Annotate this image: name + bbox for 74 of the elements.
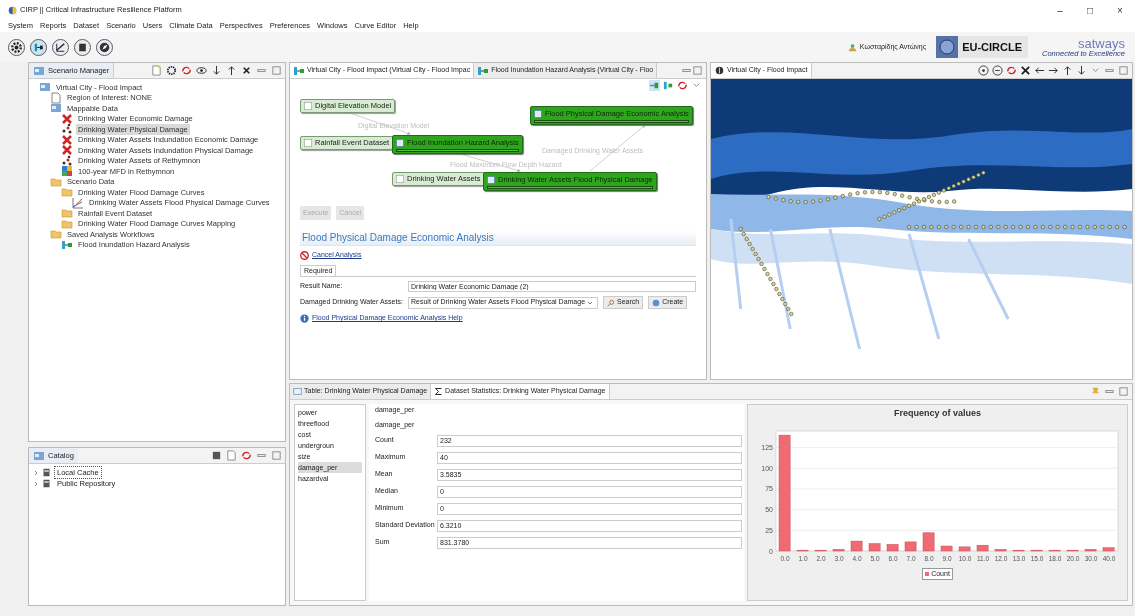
cross-marker-icon	[61, 133, 73, 146]
bar	[940, 545, 953, 551]
bar	[904, 541, 917, 551]
folder-icon	[61, 207, 73, 220]
settings-icon[interactable]	[166, 65, 177, 76]
window-control[interactable]: –	[1045, 2, 1075, 18]
bar	[922, 532, 935, 551]
document-icon	[534, 109, 542, 118]
workflow-icon	[293, 64, 305, 77]
raster-icon	[61, 165, 73, 178]
bar	[958, 546, 971, 551]
gear-icon[interactable]	[8, 38, 25, 56]
document-icon	[396, 138, 404, 147]
section-header: Flood Physical Damage Economic Analysis	[300, 230, 696, 246]
window-control[interactable]: □	[1075, 2, 1105, 18]
full-extent-icon[interactable]	[1020, 65, 1031, 76]
right-arrow-icon[interactable]	[1048, 65, 1059, 76]
up-arrow-icon[interactable]	[1062, 65, 1073, 76]
points-icon	[61, 154, 73, 167]
compass-icon[interactable]	[96, 38, 113, 56]
refresh-icon[interactable]	[1006, 65, 1017, 76]
checkbox-icon	[304, 102, 312, 110]
cross-marker-icon	[61, 112, 73, 125]
curve-icon	[72, 196, 84, 209]
caret-icon	[587, 299, 594, 306]
map-icon	[50, 102, 62, 115]
folder-icon	[61, 186, 73, 199]
bar	[1102, 546, 1115, 551]
workflow-icon	[61, 238, 73, 251]
window-control[interactable]: ×	[1105, 2, 1135, 18]
map-icon	[33, 64, 45, 77]
document-icon	[487, 175, 495, 184]
app-logo-icon	[8, 5, 17, 15]
bar	[886, 543, 899, 551]
map-icon	[33, 449, 45, 462]
eye-icon[interactable]	[196, 65, 207, 76]
help-icon	[300, 313, 309, 323]
table-icon	[293, 387, 302, 396]
zoom-in-icon[interactable]	[978, 65, 989, 76]
workflow-icon	[477, 64, 490, 77]
bar	[868, 542, 881, 551]
sigma-icon	[434, 387, 444, 396]
connect-icon[interactable]	[649, 79, 660, 91]
close-icon[interactable]	[241, 65, 252, 76]
points-icon	[61, 123, 73, 136]
bar	[1084, 548, 1097, 551]
left-arrow-icon[interactable]	[1034, 65, 1045, 76]
bar	[832, 548, 845, 551]
down-arrow-icon[interactable]	[1076, 65, 1087, 76]
partner-logo: EU-CIRCLE	[962, 39, 1023, 55]
map-icon	[39, 81, 51, 94]
checkbox-icon	[304, 139, 312, 147]
document-icon	[50, 91, 62, 104]
bar	[850, 540, 863, 551]
folder-icon	[61, 217, 73, 230]
bar	[976, 544, 989, 551]
stop-icon	[300, 250, 309, 260]
brand-logo: satways	[1078, 36, 1125, 50]
down-arrow-icon[interactable]	[211, 65, 222, 76]
chart-title: Frequency of values	[894, 407, 981, 420]
user-icon	[847, 42, 857, 52]
folder-icon	[50, 175, 62, 188]
refresh-icon[interactable]	[677, 79, 688, 91]
refresh-icon[interactable]	[181, 65, 192, 76]
bar	[994, 548, 1007, 551]
chart-icon[interactable]	[52, 38, 69, 56]
up-arrow-icon[interactable]	[226, 65, 237, 76]
folder-icon	[50, 228, 62, 241]
refresh-icon[interactable]	[241, 450, 252, 461]
search-icon	[607, 298, 615, 307]
zoom-out-icon[interactable]	[992, 65, 1003, 76]
checkbox-icon	[396, 175, 404, 183]
cross-marker-icon	[61, 144, 73, 157]
workflow-icon[interactable]	[30, 38, 47, 56]
